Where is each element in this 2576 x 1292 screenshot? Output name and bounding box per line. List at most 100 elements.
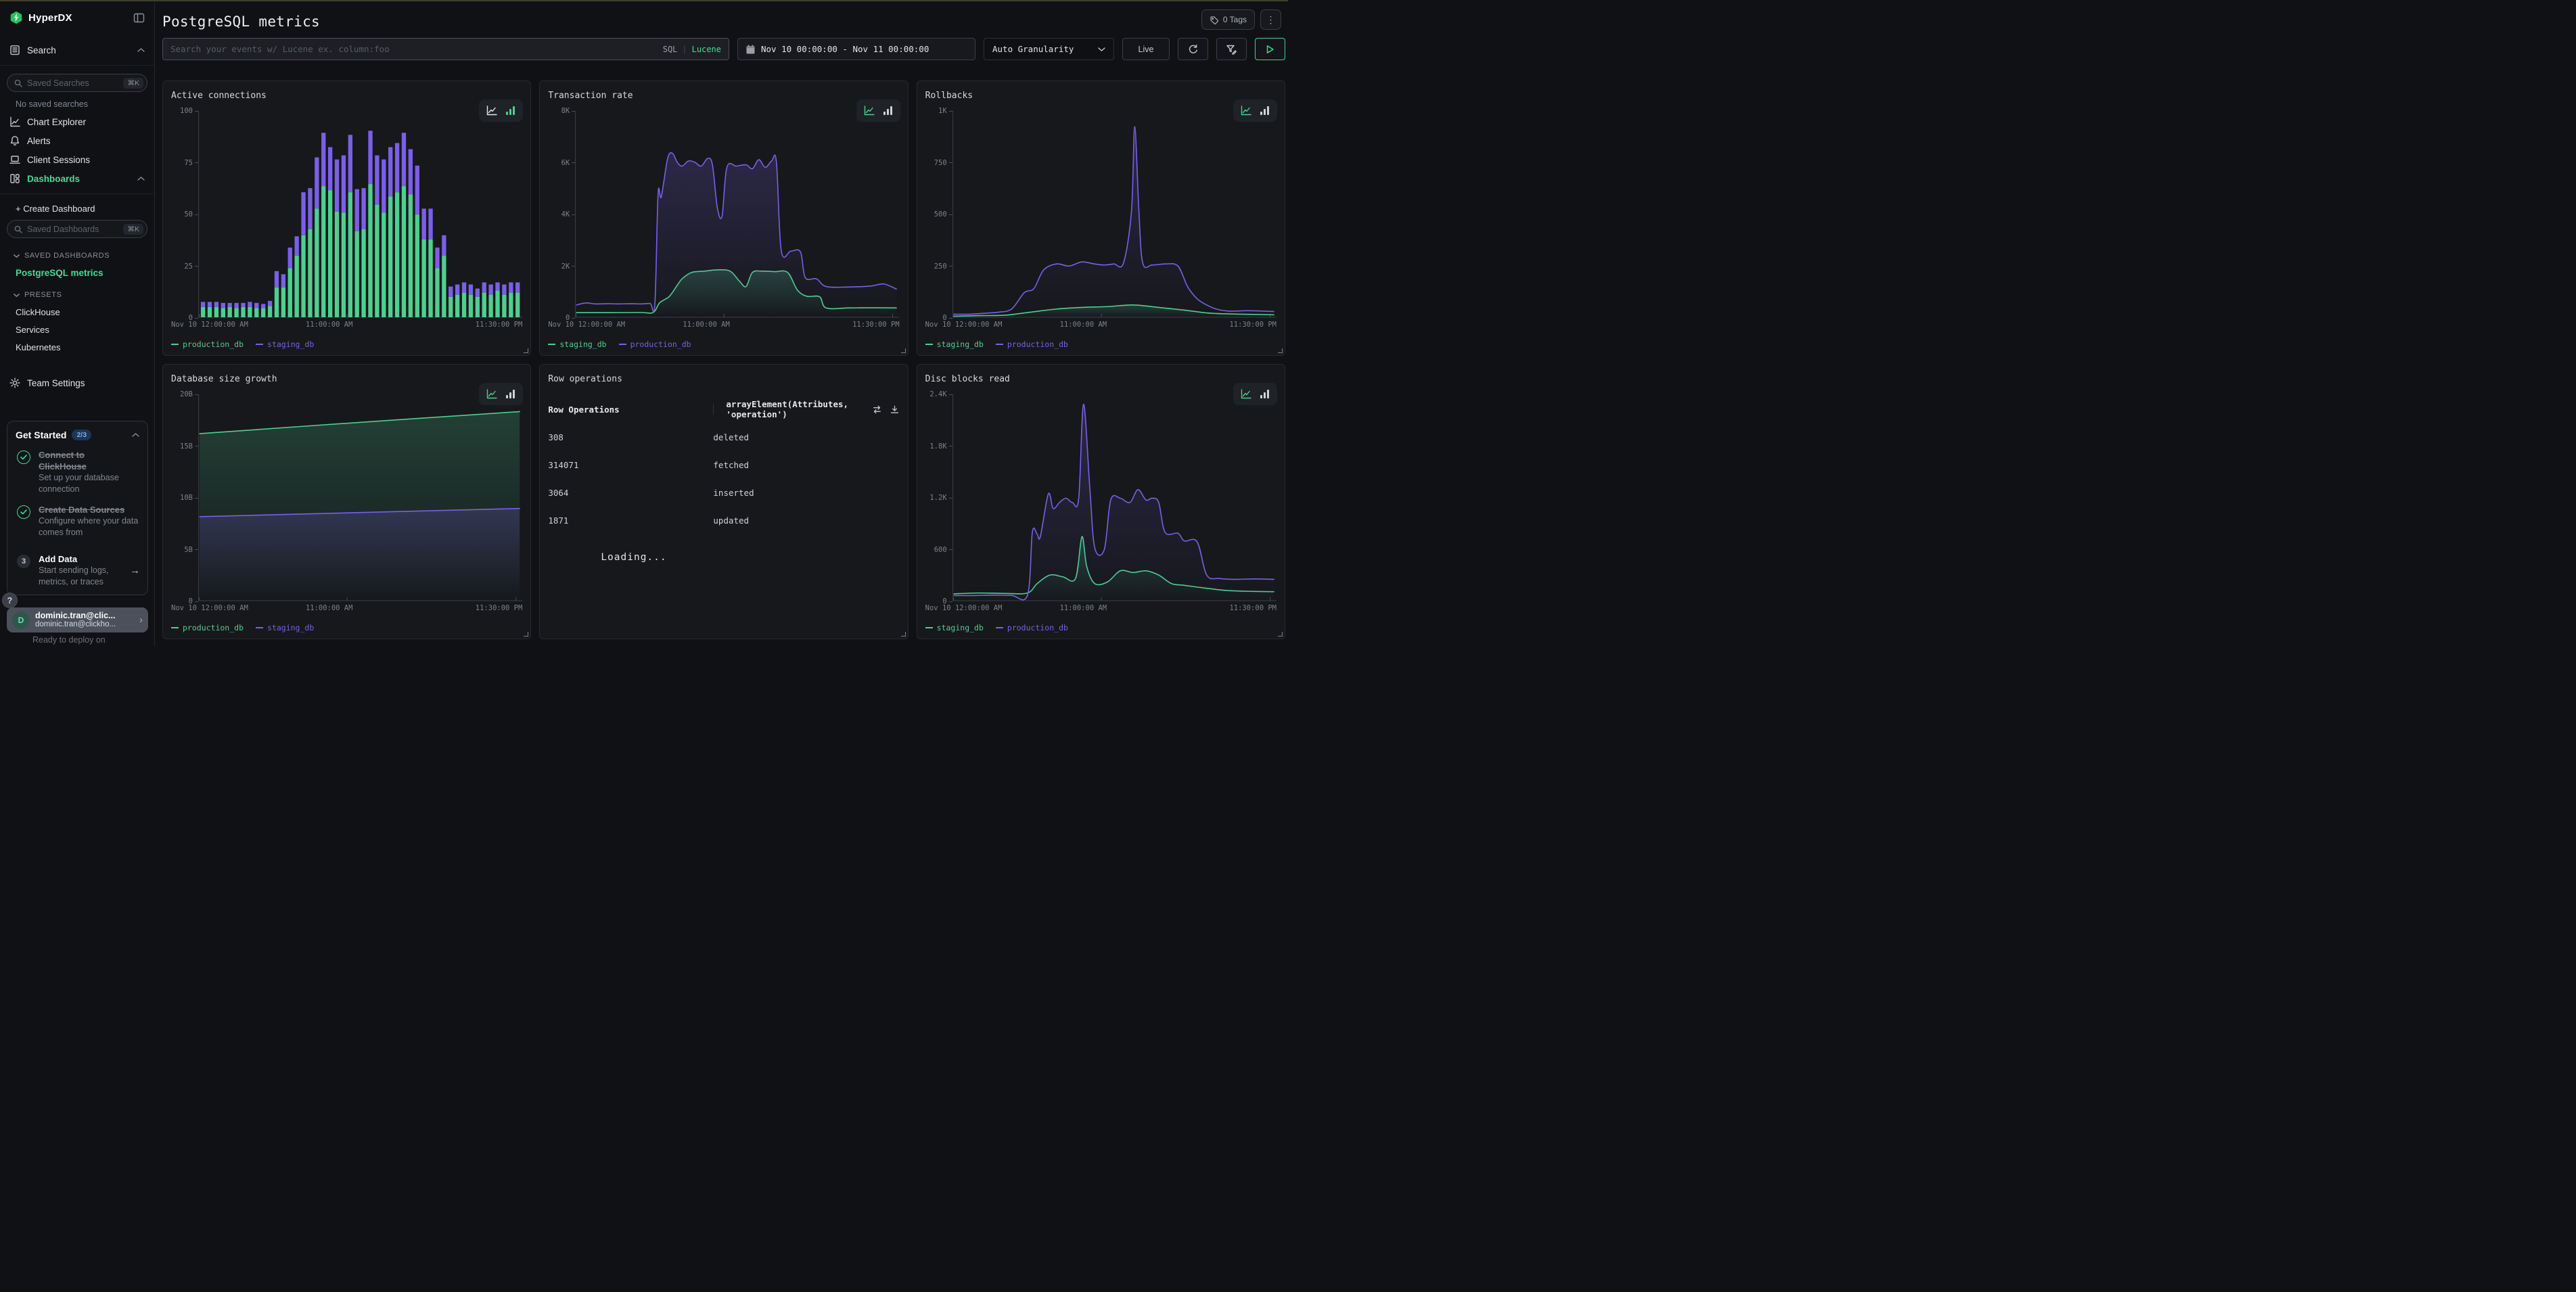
sidebar-item-label: Search <box>27 45 56 55</box>
panel-title[interactable]: Row operations <box>548 374 622 384</box>
bar-chart-icon[interactable] <box>1260 389 1270 399</box>
line-chart-icon[interactable] <box>864 106 875 116</box>
panel-title[interactable]: Database size growth <box>171 374 277 384</box>
x-axis-tick: 11:30:00 PM <box>852 321 900 329</box>
get-started-step-add-data[interactable]: 3 Add Data Start sending logs, metrics, … <box>16 553 139 588</box>
refresh-button[interactable] <box>1178 38 1208 60</box>
panel-title[interactable]: Disc blocks read <box>925 374 1010 384</box>
get-started-step-sources[interactable]: Create Data Sources Configure where your… <box>16 504 139 538</box>
chevron-up-icon[interactable] <box>132 433 139 437</box>
table-row[interactable]: 1871updated <box>548 507 899 534</box>
chevron-up-icon[interactable] <box>137 48 145 52</box>
saved-dashboards-input[interactable]: Saved Dashboards ⌘K <box>7 220 147 238</box>
bar-chart-icon[interactable] <box>883 106 893 116</box>
table-row[interactable]: 314071fetched <box>548 451 899 479</box>
bar-chart-icon[interactable] <box>505 389 515 399</box>
sidebar-collapse-icon[interactable] <box>133 12 145 24</box>
legend-item-staging_db: staging_db <box>925 623 984 632</box>
sql-toggle[interactable]: SQL <box>663 45 678 54</box>
shortcut-badge: ⌘K <box>123 224 143 235</box>
create-dashboard-button[interactable]: + Create Dashboard <box>0 200 154 217</box>
y-axis-tick: 50 <box>184 210 198 218</box>
line-chart-icon[interactable] <box>486 106 497 116</box>
more-options-button[interactable]: ⋮ <box>1260 9 1281 30</box>
sidebar-item-team-settings[interactable]: Team Settings <box>0 373 154 392</box>
resize-handle[interactable] <box>524 632 528 637</box>
table-row[interactable]: 3064inserted <box>548 479 899 507</box>
lucene-toggle[interactable]: Lucene <box>692 45 721 54</box>
y-axis-tick: 750 <box>934 159 952 167</box>
line-chart-icon[interactable] <box>1241 389 1251 399</box>
filter-button[interactable] <box>1216 38 1247 60</box>
live-button[interactable]: Live <box>1122 38 1170 60</box>
chart-type-toggle <box>856 99 900 122</box>
user-menu[interactable]: D dominic.tran@clic... dominic.tran@clic… <box>7 607 148 632</box>
dashboards-grid-icon <box>9 173 20 184</box>
column-header[interactable]: arrayElement(Attributes, 'operation') <box>726 399 860 419</box>
run-query-button[interactable] <box>1255 38 1285 60</box>
search-icon <box>14 79 22 87</box>
date-range-picker[interactable]: Nov 10 00:00:00 - Nov 11 00:00:00 <box>737 38 975 60</box>
download-icon[interactable] <box>890 405 900 415</box>
saved-searches-placeholder: Saved Searches <box>27 78 89 88</box>
saved-searches-input[interactable]: Saved Searches ⌘K <box>7 74 147 92</box>
step-desc: Set up your database connection <box>39 472 133 495</box>
y-axis-tick: 100 <box>180 107 198 115</box>
legend-item-staging_db: staging_db <box>256 623 314 632</box>
user-name: dominic.tran@clic... <box>35 611 116 620</box>
y-axis-tick: 10B <box>180 494 198 502</box>
x-axis-tick: 11:30:00 PM <box>476 604 523 612</box>
y-axis-tick: 500 <box>934 210 952 218</box>
sidebar-item-label: Dashboards <box>27 174 80 184</box>
swap-columns-icon[interactable] <box>872 405 882 415</box>
bar-chart-icon[interactable] <box>1260 106 1270 116</box>
disc-blocks-read-chart[interactable] <box>952 394 1276 601</box>
sidebar-item-search[interactable]: Search <box>0 41 154 60</box>
main-content: PostgreSQL metrics 0 Tags ⋮ SQL | Lucene… <box>155 0 1288 646</box>
sidebar-item-dashboards[interactable]: Dashboards <box>0 169 154 188</box>
step-title: Add Data <box>39 553 123 565</box>
step-title: Create Data Sources <box>39 504 140 515</box>
resize-handle[interactable] <box>1278 632 1283 637</box>
help-button[interactable]: ? <box>2 593 18 608</box>
y-axis-tick: 2K <box>561 262 576 271</box>
legend-item-production_db: production_db <box>996 340 1068 349</box>
section-saved-dashboards[interactable]: SAVED DASHBOARDS <box>0 248 154 264</box>
event-search-input[interactable] <box>170 44 658 54</box>
sidebar-item-services[interactable]: Services <box>0 321 154 338</box>
tags-button[interactable]: 0 Tags <box>1201 9 1255 30</box>
panel-title[interactable]: Active connections <box>171 91 267 101</box>
granularity-select[interactable]: Auto Granularity <box>984 38 1114 60</box>
y-axis-tick: 1.8K <box>929 442 952 451</box>
rollbacks-chart[interactable] <box>952 111 1276 318</box>
sidebar-item-client-sessions[interactable]: Client Sessions <box>0 150 154 169</box>
active-connections-chart[interactable] <box>198 111 522 318</box>
panel-title[interactable]: Transaction rate <box>548 91 632 101</box>
transaction-rate-chart[interactable] <box>575 111 899 318</box>
resize-handle[interactable] <box>901 632 906 637</box>
panel-database-size-growth: Database size growth 20B15B10B5B0 Nov 10… <box>162 364 531 639</box>
sidebar-item-alerts[interactable]: Alerts <box>0 131 154 150</box>
deploy-teaser-text: Ready to deploy on <box>32 635 148 646</box>
line-chart-icon[interactable] <box>486 389 497 399</box>
column-header[interactable]: Row Operations <box>548 405 713 415</box>
database-size-growth-chart[interactable] <box>198 394 522 601</box>
panel-title[interactable]: Rollbacks <box>925 91 973 101</box>
sidebar-item-clickhouse[interactable]: ClickHouse <box>0 303 154 321</box>
line-chart-icon[interactable] <box>1241 106 1251 116</box>
panel-rollbacks: Rollbacks 1K7505002500 Nov 10 12:00:00 A… <box>917 80 1285 356</box>
event-search-box[interactable]: SQL | Lucene <box>162 38 729 60</box>
get-started-step-connect[interactable]: Connect to ClickHouse Set up your databa… <box>16 449 139 495</box>
sidebar-item-chart-explorer[interactable]: Chart Explorer <box>0 112 154 131</box>
resize-handle[interactable] <box>1278 348 1283 353</box>
sidebar-item-kubernetes[interactable]: Kubernetes <box>0 338 154 356</box>
query-language-toggle[interactable]: SQL | Lucene <box>663 45 721 54</box>
chevron-up-icon[interactable] <box>137 177 145 181</box>
table-row[interactable]: 308deleted <box>548 423 899 451</box>
section-presets[interactable]: PRESETS <box>0 287 154 303</box>
resize-handle[interactable] <box>901 348 906 353</box>
resize-handle[interactable] <box>524 348 528 353</box>
sidebar-item-postgresql-metrics[interactable]: PostgreSQL metrics <box>0 264 154 281</box>
y-axis-tick: 1.2K <box>929 494 952 502</box>
bar-chart-icon[interactable] <box>505 106 515 116</box>
